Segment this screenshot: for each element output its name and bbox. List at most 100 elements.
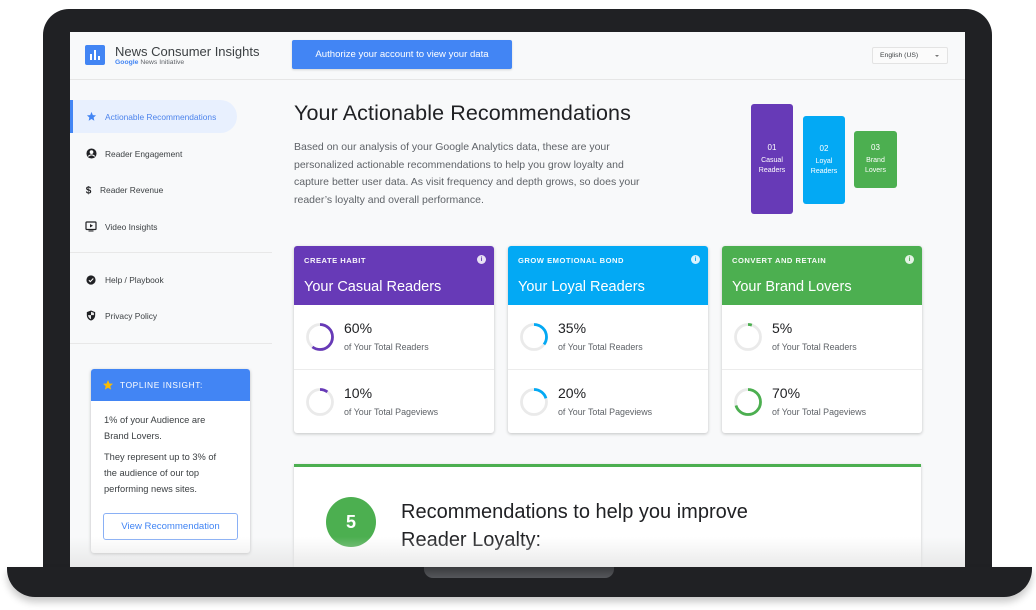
svg-text:$: $ — [85, 185, 91, 195]
stat-row: 10% of Your Total Pageviews — [294, 369, 494, 433]
stat-value: 35% — [558, 320, 587, 336]
stat-value: 5% — [772, 320, 793, 336]
progress-ring — [520, 388, 548, 416]
sidebar-item-actionable-recommendations[interactable]: Actionable Recommendations — [70, 100, 237, 133]
topline-insight-card: TOPLINE INSIGHT: 1% of your Audience are… — [91, 369, 250, 553]
sidebar-item-reader-revenue[interactable]: $ Reader Revenue — [70, 173, 163, 206]
page-title: Your Actionable Recommendations — [294, 101, 631, 125]
progress-ring — [734, 323, 762, 351]
stat-label: of Your Total Pageviews — [558, 407, 653, 417]
star-icon — [85, 111, 97, 123]
info-icon[interactable]: i — [905, 255, 914, 264]
laptop-notch — [424, 567, 614, 578]
stat-value: 20% — [558, 385, 587, 401]
card-header: CONVERT AND RETAIN Your Brand Lovers i — [722, 246, 922, 305]
description-line: reader’s loyalty and overall performance… — [294, 194, 484, 207]
description-line: personalized actionable recommendations … — [294, 158, 624, 171]
page-description: Based on our analysis of your Google Ana… — [294, 139, 640, 210]
info-icon[interactable]: i — [691, 255, 700, 264]
sidebar-item-label: Actionable Recommendations — [105, 111, 217, 122]
dollar-icon: $ — [82, 184, 94, 195]
segment-label: Lovers — [864, 167, 886, 174]
text-line: They represent up to 3% of — [104, 452, 217, 462]
text-line: performing news sites. — [104, 484, 198, 494]
description-line: capture better user data. As visit frequ… — [294, 176, 640, 189]
dropdown-caret-icon — [935, 55, 939, 57]
text-line: Brand Lovers. — [104, 431, 162, 441]
progress-ring — [520, 323, 548, 351]
loyal-readers-card: GROW EMOTIONAL BOND Your Loyal Readers i… — [508, 246, 708, 433]
stat-value: 70% — [772, 385, 801, 401]
card-title: Your Loyal Readers — [518, 279, 645, 295]
stat-row: 5% of Your Total Readers — [722, 305, 922, 369]
segment-loyal-readers: 02 Loyal Readers — [803, 116, 845, 204]
card-title: Your Casual Readers — [304, 279, 442, 295]
sidebar-item-help-playbook[interactable]: Help / Playbook — [70, 263, 164, 296]
ring-track — [306, 388, 334, 416]
segment-label: Readers — [758, 166, 786, 174]
segment-number: 02 — [819, 143, 829, 153]
text-line: the audience of our top — [104, 468, 200, 478]
stat-label: of Your Total Readers — [344, 342, 429, 352]
stat-label: of Your Total Pageviews — [344, 407, 439, 417]
topline-paragraph-1: 1% of your Audience are Brand Lovers. — [104, 412, 250, 444]
language-selected: English (US) — [880, 52, 919, 59]
stat-row: 35% of Your Total Readers — [508, 305, 708, 369]
segment-label: Readers — [810, 167, 838, 175]
text-line: 1% of your Audience are — [104, 415, 206, 425]
stat-row: 70% of Your Total Pageviews — [722, 369, 922, 433]
sidebar-item-label: Help / Playbook — [105, 274, 164, 285]
heading-line: Reader Loyalty: — [401, 529, 542, 551]
google-brand: Google — [115, 59, 139, 66]
app-title: News Consumer Insights — [115, 44, 260, 59]
progress-ring — [306, 388, 334, 416]
card-header: CREATE HABIT Your Casual Readers i — [294, 246, 494, 305]
language-select[interactable]: English (US) — [872, 47, 948, 64]
topline-insight-body: 1% of your Audience are Brand Lovers. Th… — [91, 401, 250, 497]
card-header: GROW EMOTIONAL BOND Your Loyal Readers i — [508, 246, 708, 305]
ring-track — [734, 323, 762, 351]
recommendations-card: 5 Recommendations to help you improve Re… — [294, 464, 921, 567]
sidebar-item-label: Privacy Policy — [105, 310, 158, 321]
sidebar-divider — [70, 343, 272, 344]
sidebar-divider — [70, 252, 272, 253]
stat-row: 20% of Your Total Pageviews — [508, 369, 708, 433]
segment-label: Loyal — [815, 157, 833, 165]
card-title: Your Brand Lovers — [732, 279, 852, 295]
segment-number: 03 — [871, 143, 880, 152]
recommendations-heading: Recommendations to help you improve Read… — [401, 498, 748, 554]
brand-lovers-card: CONVERT AND RETAIN Your Brand Lovers i 5… — [722, 246, 922, 433]
account-circle-icon — [85, 148, 97, 160]
card-kicker: CONVERT AND RETAIN — [732, 256, 827, 265]
sidebar-item-reader-engagement[interactable]: Reader Engagement — [70, 137, 182, 170]
segment-label: Casual — [761, 156, 783, 164]
stat-label: of Your Total Readers — [558, 342, 643, 352]
heading-line: Recommendations to help you improve — [401, 501, 748, 523]
check-circle-icon — [85, 274, 97, 286]
sidebar-item-privacy-policy[interactable]: Privacy Policy — [70, 299, 157, 332]
top-header: News Consumer Insights Google News Initi… — [70, 32, 965, 80]
sidebar-item-label: Reader Revenue — [100, 184, 164, 195]
bar-chart-logo-icon — [85, 45, 105, 65]
stat-row: 60% of Your Total Readers — [294, 305, 494, 369]
progress-ring — [306, 323, 334, 351]
topline-insight-title: TOPLINE INSIGHT: — [120, 380, 203, 390]
stat-label: of Your Total Pageviews — [772, 407, 867, 417]
authorize-account-button[interactable]: Authorize your account to view your data — [292, 40, 512, 69]
news-initiative-label: News Initiative — [140, 59, 185, 66]
casual-readers-card: CREATE HABIT Your Casual Readers i 60% o… — [294, 246, 494, 433]
segment-number: 01 — [767, 142, 777, 152]
app-screen: News Consumer Insights Google News Initi… — [70, 32, 965, 567]
shield-icon — [85, 310, 97, 322]
sidebar-item-video-insights[interactable]: Video Insights — [70, 210, 157, 243]
topline-insight-header: TOPLINE INSIGHT: — [91, 369, 250, 401]
description-line: Based on our analysis of your Google Ana… — [294, 141, 610, 153]
view-recommendation-button[interactable]: View Recommendation — [103, 513, 238, 540]
segment-label: Brand — [866, 157, 885, 164]
recommendation-count-badge: 5 — [326, 497, 376, 547]
topline-paragraph-2: They represent up to 3% of the audience … — [104, 449, 250, 497]
star-icon — [102, 379, 114, 391]
card-kicker: GROW EMOTIONAL BOND — [518, 256, 624, 265]
info-icon[interactable]: i — [477, 255, 486, 264]
stat-label: of Your Total Readers — [772, 342, 857, 352]
